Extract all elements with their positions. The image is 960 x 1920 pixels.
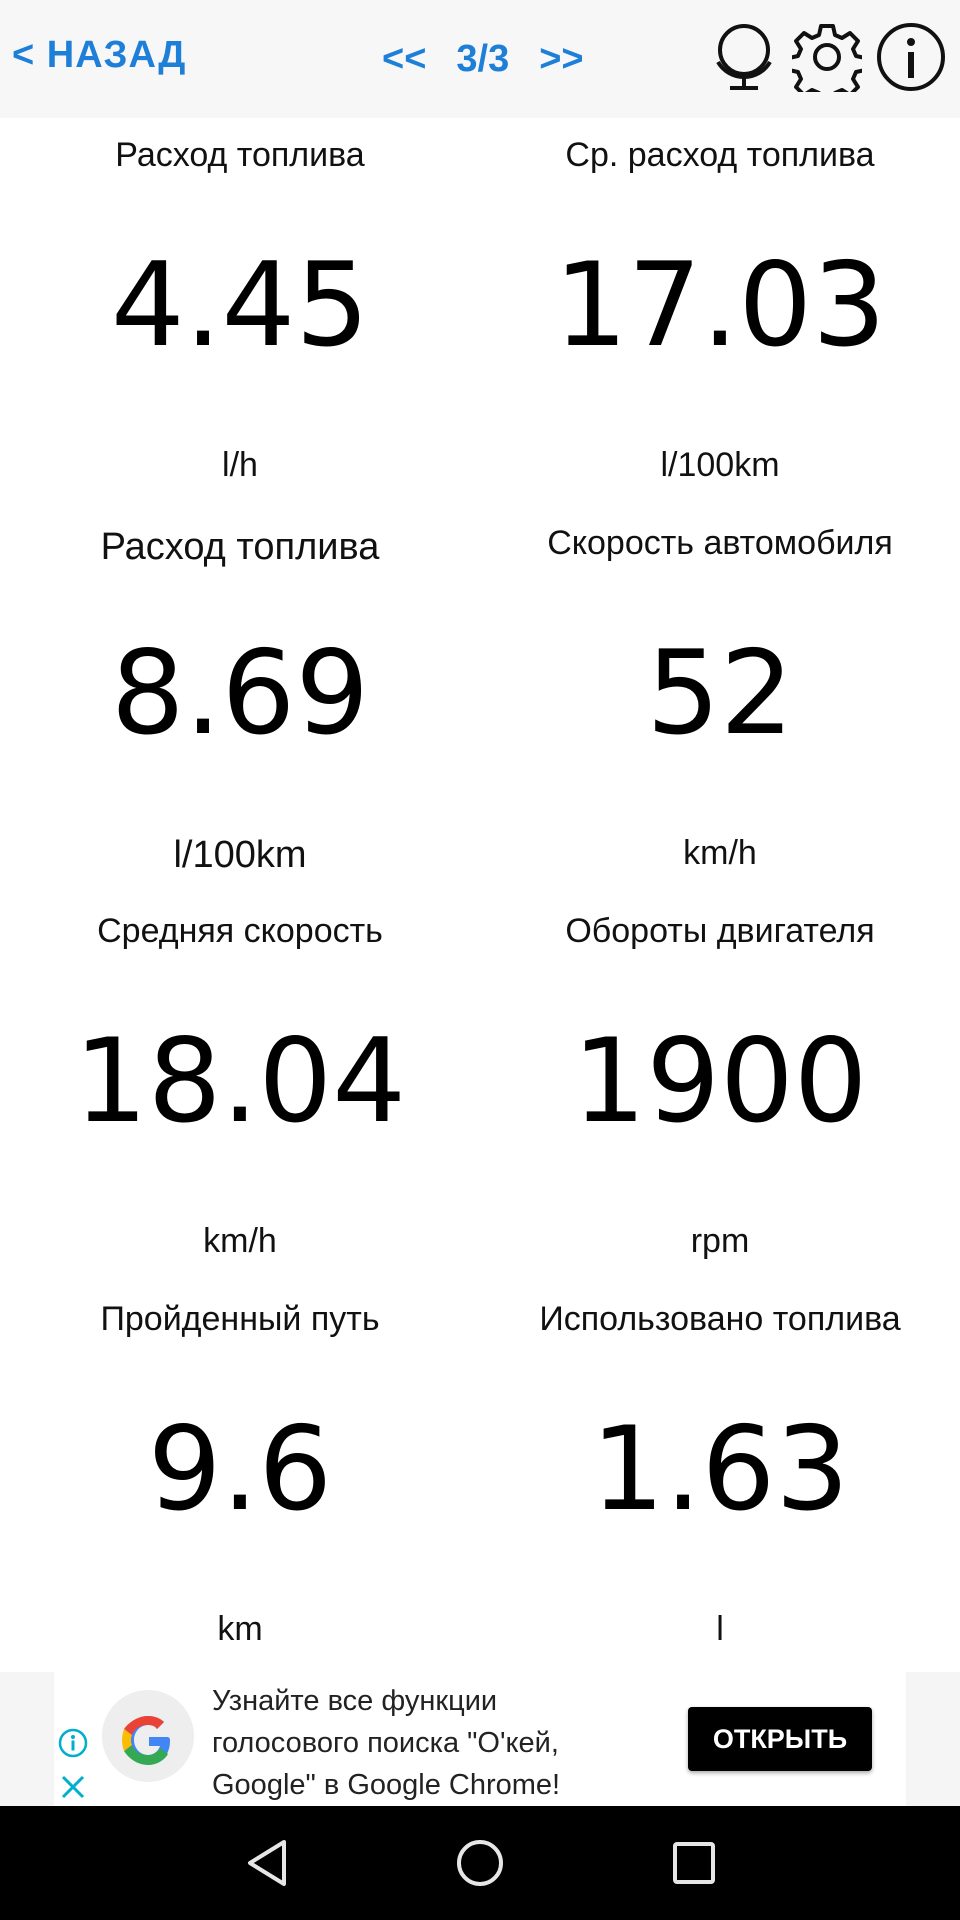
page-indicator: 3/3 [456, 37, 510, 80]
metric-value: 9.6 [147, 1402, 333, 1537]
metric-vehicle-speed: Скорость автомобиля 52 km/h [480, 506, 960, 894]
metric-engine-rpm: Обороты двигателя 1900 rpm [480, 894, 960, 1282]
metric-label: Обороты двигателя [565, 912, 875, 950]
metric-avg-fuel: Ср. расход топлива 17.03 l/100km [480, 118, 960, 506]
ad-text-line: Google" в Google Chrome! [212, 1769, 561, 1801]
prev-page-button[interactable]: << [382, 38, 426, 81]
ad-text-line: голосового поиска "О'кей, [212, 1727, 559, 1759]
pager: << 3/3 >> [382, 34, 584, 84]
metric-label: Расход топлива [115, 136, 365, 174]
metric-value: 8.69 [110, 626, 370, 761]
metric-value: 18.04 [73, 1014, 407, 1149]
metric-unit: l [716, 1610, 724, 1648]
metric-value: 1900 [572, 1014, 868, 1149]
metric-avg-speed: Средняя скорость 18.04 km/h [0, 894, 480, 1282]
metric-fuel-used: Использовано топлива 1.63 l [480, 1282, 960, 1670]
ad-text-line: Узнайте все функции [212, 1685, 498, 1717]
metric-unit: l/100km [173, 834, 307, 876]
back-nav-icon[interactable] [242, 1836, 294, 1895]
next-page-button[interactable]: >> [539, 38, 583, 81]
metric-unit: rpm [690, 1222, 750, 1260]
metric-value: 17.03 [553, 238, 887, 373]
ad-open-button[interactable]: ОТКРЫТЬ [688, 1707, 872, 1771]
back-button[interactable]: < НАЗАД [12, 34, 186, 77]
metric-unit: km/h [203, 1222, 277, 1260]
top-bar: < НАЗАД << 3/3 >> [0, 0, 960, 118]
metric-value: 4.45 [110, 238, 370, 373]
info-icon[interactable] [876, 22, 946, 92]
metric-unit: l/100km [660, 446, 780, 484]
ad-info-icon[interactable] [58, 1728, 88, 1758]
metric-distance: Пройденный путь 9.6 km [0, 1282, 480, 1670]
metric-fuel-consumption: Расход топлива 8.69 l/100km [0, 506, 480, 894]
gear-icon[interactable] [792, 22, 862, 92]
metric-value: 1.63 [590, 1402, 850, 1537]
metric-label: Скорость автомобиля [547, 524, 893, 562]
metric-unit: km [217, 1610, 263, 1648]
home-nav-icon[interactable] [454, 1836, 506, 1895]
recents-nav-icon[interactable] [668, 1836, 720, 1895]
metric-label: Расход топлива [100, 526, 380, 568]
metric-unit: km/h [683, 834, 757, 872]
system-nav-bar [0, 1806, 960, 1920]
ad-close-icon[interactable] [58, 1772, 88, 1802]
metric-unit: l/h [222, 446, 258, 484]
metric-label: Использовано топлива [539, 1300, 901, 1338]
metric-label: Ср. расход топлива [565, 136, 875, 174]
metric-fuel-rate: Расход топлива 4.45 l/h [0, 118, 480, 506]
metric-label: Средняя скорость [97, 912, 383, 950]
globe-icon[interactable] [710, 22, 778, 94]
metric-value: 52 [646, 626, 794, 761]
google-logo-icon [102, 1690, 194, 1782]
metric-label: Пройденный путь [100, 1300, 380, 1338]
ad-text[interactable]: Узнайте все функции голосового поиска "О… [212, 1680, 632, 1806]
